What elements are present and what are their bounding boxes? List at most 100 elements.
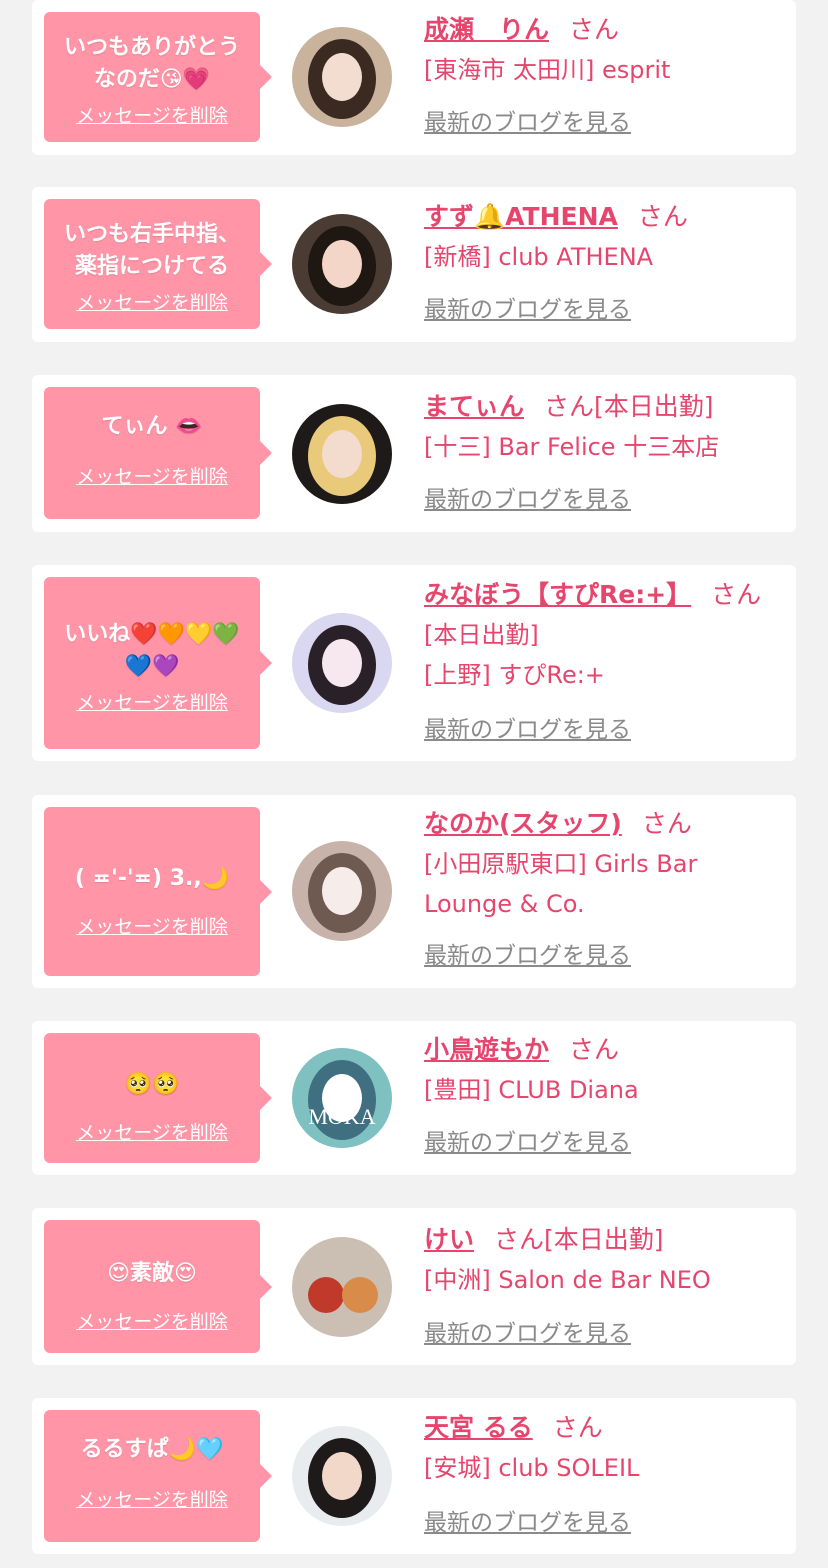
message-text: 😍素敵😍 xyxy=(44,1258,260,1290)
avatar-photo xyxy=(292,1237,392,1337)
honorific: さん xyxy=(711,580,762,609)
cast-name-link[interactable]: 天宮 るる xyxy=(424,1413,533,1442)
avatar-photo xyxy=(292,27,392,127)
delete-message-link[interactable]: メッセージを削除 xyxy=(44,1121,260,1145)
honorific: さん xyxy=(494,1225,545,1254)
cast-name-link[interactable]: すず🔔ATHENA xyxy=(424,202,618,231)
message-bubble: いいね❤️🧡💛💚 💙💜 メッセージを削除 xyxy=(44,577,272,749)
status-label: [本日出勤] xyxy=(544,1225,664,1254)
latest-blog-link[interactable]: 最新のブログを見る xyxy=(424,108,631,138)
list-item: いつもありがとう なのだ😘💗 メッセージを削除 成瀬 りん さん [東海市 太田川… xyxy=(32,0,796,155)
honorific: さん xyxy=(544,392,595,421)
honorific: さん xyxy=(637,202,688,231)
honorific: さん xyxy=(641,809,692,838)
cast-info: けい さん[本日出勤] [中洲] Salon de Bar NEO xyxy=(424,1224,784,1300)
message-line: いつも右手中指、 xyxy=(63,222,240,247)
avatar[interactable] xyxy=(292,1426,392,1526)
shop-info: [東海市 太田川] esprit xyxy=(424,56,671,84)
honorific: さん xyxy=(569,1035,620,1064)
delete-message-link[interactable]: メッセージを削除 xyxy=(44,104,260,128)
list-item: てぃん 👄 メッセージを削除 まてぃん さん[本日出勤] [十三] Bar Fel… xyxy=(32,375,796,532)
message-bubble: 🥺🥺 メッセージを削除 xyxy=(44,1033,272,1163)
message-text: るるすぱ🌙🩵 xyxy=(44,1434,260,1466)
message-line: 💙💜 xyxy=(124,654,180,679)
cast-info: 小鳥遊もか さん [豊田] CLUB Diana xyxy=(424,1034,784,1110)
message-line: 😍素敵😍 xyxy=(107,1261,197,1286)
list-item: 🥺🥺 メッセージを削除 MOKA 小鳥遊もか さん [豊田] CLUB Diana… xyxy=(32,1021,796,1175)
message-text: いつもありがとう なのだ😘💗 xyxy=(44,32,260,96)
list-item: いつも右手中指、 薬指につけてる メッセージを削除 すず🔔ATHENA さん [新… xyxy=(32,187,796,342)
message-text: いつも右手中指、 薬指につけてる xyxy=(44,219,260,283)
shop-info: [安城] club SOLEIL xyxy=(424,1454,640,1482)
status-label: [本日出勤] xyxy=(594,392,714,421)
cast-name-link[interactable]: 小鳥遊もか xyxy=(424,1035,549,1064)
avatar[interactable] xyxy=(292,214,392,314)
avatar-photo xyxy=(292,613,392,713)
cast-name-link[interactable]: みなぼう【すぴRe:+】 xyxy=(424,580,691,609)
avatar-photo xyxy=(292,841,392,941)
message-text: いいね❤️🧡💛💚 💙💜 xyxy=(44,619,260,683)
latest-blog-link[interactable]: 最新のブログを見る xyxy=(424,485,631,515)
message-bubble: ( ≖'-'≖) 3.,🌙 メッセージを削除 xyxy=(44,807,272,976)
avatar-photo xyxy=(292,404,392,504)
avatar[interactable] xyxy=(292,27,392,127)
message-line: いつもありがとう xyxy=(63,35,240,60)
cast-info: みなぼう【すぴRe:+】 さん [本日出勤] [上野] すぴRe:+ xyxy=(424,579,784,695)
latest-blog-link[interactable]: 最新のブログを見る xyxy=(424,1128,631,1158)
avatar[interactable] xyxy=(292,841,392,941)
avatar-overlay-text: MOKA xyxy=(308,1104,375,1129)
cast-name-link[interactable]: 成瀬 りん xyxy=(424,15,549,44)
honorific: さん xyxy=(569,15,620,44)
message-bubble: てぃん 👄 メッセージを削除 xyxy=(44,387,272,519)
cast-name-link[interactable]: なのか(スタッフ) xyxy=(424,809,622,838)
shop-info: [十三] Bar Felice 十三本店 xyxy=(424,433,720,461)
avatar[interactable] xyxy=(292,404,392,504)
shop-info: [小田原駅東口] Girls Bar xyxy=(424,850,698,878)
message-text: てぃん 👄 xyxy=(44,411,260,443)
cast-info: すず🔔ATHENA さん [新橋] club ATHENA xyxy=(424,201,784,277)
message-line: るるすぱ🌙🩵 xyxy=(80,1437,224,1462)
cast-info: 成瀬 りん さん [東海市 太田川] esprit xyxy=(424,14,784,90)
cast-info: 天宮 るる さん [安城] club SOLEIL xyxy=(424,1412,784,1488)
message-bubble: るるすぱ🌙🩵 メッセージを削除 xyxy=(44,1410,272,1542)
latest-blog-link[interactable]: 最新のブログを見る xyxy=(424,1319,631,1349)
avatar-photo xyxy=(292,1426,392,1526)
list-item: るるすぱ🌙🩵 メッセージを削除 天宮 るる さん [安城] club SOLEIL… xyxy=(32,1398,796,1554)
cast-info: なのか(スタッフ) さん [小田原駅東口] Girls Bar Lounge & … xyxy=(424,808,784,924)
delete-message-link[interactable]: メッセージを削除 xyxy=(44,1488,260,1512)
avatar-photo xyxy=(292,214,392,314)
list-item: ( ≖'-'≖) 3.,🌙 メッセージを削除 なのか(スタッフ) さん [小田原駅… xyxy=(32,795,796,988)
avatar-photo: MOKA xyxy=(292,1048,392,1148)
delete-message-link[interactable]: メッセージを削除 xyxy=(44,291,260,315)
cast-name-link[interactable]: けい xyxy=(424,1225,474,1254)
shop-info: Lounge & Co. xyxy=(424,890,585,918)
message-line: てぃん 👄 xyxy=(101,414,203,439)
message-line: 🥺🥺 xyxy=(124,1072,180,1097)
message-line: いいね❤️🧡💛💚 xyxy=(64,622,240,647)
message-text: ( ≖'-'≖) 3.,🌙 xyxy=(44,863,260,895)
avatar[interactable]: MOKA xyxy=(292,1048,392,1148)
latest-blog-link[interactable]: 最新のブログを見る xyxy=(424,941,631,971)
shop-info: [中洲] Salon de Bar NEO xyxy=(424,1266,711,1294)
delete-message-link[interactable]: メッセージを削除 xyxy=(44,915,260,939)
message-line: なのだ😘💗 xyxy=(93,67,211,92)
latest-blog-link[interactable]: 最新のブログを見る xyxy=(424,715,631,745)
message-bubble: 😍素敵😍 メッセージを削除 xyxy=(44,1220,272,1353)
message-bubble: いつも右手中指、 薬指につけてる メッセージを削除 xyxy=(44,199,272,329)
avatar[interactable] xyxy=(292,1237,392,1337)
list-item: 😍素敵😍 メッセージを削除 けい さん[本日出勤] [中洲] Salon de B… xyxy=(32,1208,796,1365)
delete-message-link[interactable]: メッセージを削除 xyxy=(44,465,260,489)
latest-blog-link[interactable]: 最新のブログを見る xyxy=(424,1508,631,1538)
list-item: いいね❤️🧡💛💚 💙💜 メッセージを削除 みなぼう【すぴRe:+】 さん [本日出… xyxy=(32,565,796,761)
message-line: 薬指につけてる xyxy=(74,254,229,279)
message-text: 🥺🥺 xyxy=(44,1069,260,1101)
status-label: [本日出勤] xyxy=(424,621,539,649)
delete-message-link[interactable]: メッセージを削除 xyxy=(44,691,260,715)
shop-info: [新橋] club ATHENA xyxy=(424,243,654,271)
cast-name-link[interactable]: まてぃん xyxy=(424,392,524,421)
shop-info: [上野] すぴRe:+ xyxy=(424,661,605,689)
avatar[interactable] xyxy=(292,613,392,713)
message-line: ( ≖'-'≖) 3.,🌙 xyxy=(74,866,230,891)
latest-blog-link[interactable]: 最新のブログを見る xyxy=(424,295,631,325)
delete-message-link[interactable]: メッセージを削除 xyxy=(44,1310,260,1334)
